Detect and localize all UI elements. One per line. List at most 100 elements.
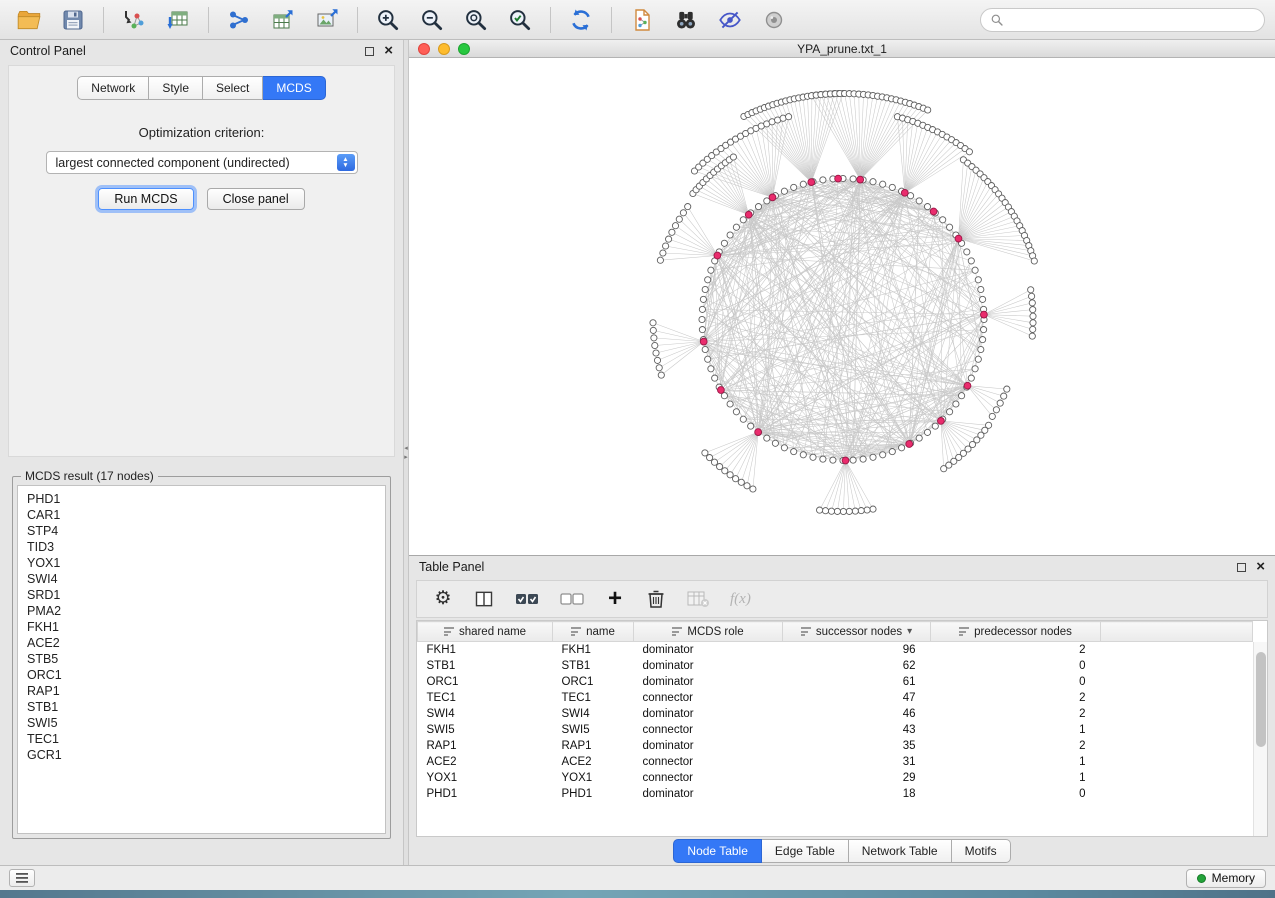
table-cell[interactable]: 1: [931, 754, 1101, 770]
mcds-node-item[interactable]: GCR1: [27, 747, 376, 763]
table-cell[interactable]: 2: [931, 738, 1101, 754]
table-cell[interactable]: 1: [931, 770, 1101, 786]
column-options-icon[interactable]: [444, 627, 454, 636]
panel-menu-button[interactable]: [9, 869, 35, 887]
memory-button[interactable]: Memory: [1186, 869, 1266, 888]
column-options-icon[interactable]: [959, 627, 969, 636]
deselect-all-rows-button[interactable]: [560, 589, 584, 609]
column-options-icon[interactable]: [801, 627, 811, 636]
table-cell[interactable]: 2: [931, 642, 1101, 658]
table-cell[interactable]: 2: [931, 690, 1101, 706]
column-options-icon[interactable]: [571, 627, 581, 636]
column-header-predecessor-nodes[interactable]: predecessor nodes: [931, 622, 1101, 642]
collapse-right-icon[interactable]: ▸: [404, 454, 408, 461]
zoom-out-button[interactable]: [413, 5, 451, 35]
table-tab-network-table[interactable]: Network Table: [849, 839, 952, 863]
column-header-MCDS-role[interactable]: MCDS role: [634, 622, 783, 642]
import-network-button[interactable]: [115, 5, 153, 35]
table-cell[interactable]: dominator: [634, 738, 783, 754]
table-cell[interactable]: YOX1: [553, 770, 634, 786]
export-network-button[interactable]: [220, 5, 258, 35]
table-cell[interactable]: 46: [783, 706, 931, 722]
delete-rows-button[interactable]: [646, 589, 666, 609]
network-window-titlebar[interactable]: YPA_prune.txt_1: [409, 40, 1275, 58]
column-header-name[interactable]: name: [553, 622, 634, 642]
table-cell[interactable]: 31: [783, 754, 931, 770]
mcds-node-item[interactable]: SRD1: [27, 587, 376, 603]
table-row[interactable]: FKH1FKH1dominator962: [418, 642, 1253, 658]
mcds-node-item[interactable]: PMA2: [27, 603, 376, 619]
table-cell[interactable]: ACE2: [418, 754, 553, 770]
settings-gear-button[interactable]: ⚙: [433, 589, 453, 609]
table-cell[interactable]: 2: [931, 706, 1101, 722]
table-cell[interactable]: RAP1: [553, 738, 634, 754]
zoom-selected-button[interactable]: [501, 5, 539, 35]
table-tab-node-table[interactable]: Node Table: [673, 839, 762, 863]
table-cell[interactable]: dominator: [634, 706, 783, 722]
add-row-button[interactable]: +: [605, 589, 625, 609]
open-folder-button[interactable]: [10, 5, 48, 35]
table-cell[interactable]: ACE2: [553, 754, 634, 770]
search-binoculars-button[interactable]: [667, 5, 705, 35]
mcds-node-item[interactable]: TID3: [27, 539, 376, 555]
table-cell[interactable]: 1: [931, 722, 1101, 738]
table-cell[interactable]: SWI4: [418, 706, 553, 722]
table-cell[interactable]: STB1: [418, 658, 553, 674]
table-cell[interactable]: SWI5: [553, 722, 634, 738]
import-table-button[interactable]: [159, 5, 197, 35]
close-window-icon[interactable]: [418, 43, 430, 55]
table-cell[interactable]: SWI4: [553, 706, 634, 722]
select-all-rows-button[interactable]: [515, 589, 539, 609]
table-row[interactable]: SWI4SWI4dominator462: [418, 706, 1253, 722]
table-tab-motifs[interactable]: Motifs: [952, 839, 1011, 863]
table-cell[interactable]: 29: [783, 770, 931, 786]
table-cell[interactable]: FKH1: [418, 642, 553, 658]
close-panel-icon[interactable]: ×: [384, 46, 393, 56]
mcds-node-item[interactable]: FKH1: [27, 619, 376, 635]
close-panel-button[interactable]: Close panel: [207, 188, 305, 210]
network-canvas[interactable]: [409, 58, 1275, 555]
table-cell[interactable]: ORC1: [553, 674, 634, 690]
table-cell[interactable]: 0: [931, 674, 1101, 690]
table-cell[interactable]: 47: [783, 690, 931, 706]
table-cell[interactable]: 18: [783, 786, 931, 802]
zoom-in-button[interactable]: [369, 5, 407, 35]
table-tab-edge-table[interactable]: Edge Table: [762, 839, 849, 863]
tab-network[interactable]: Network: [77, 76, 149, 100]
tab-style[interactable]: Style: [149, 76, 203, 100]
table-cell[interactable]: 96: [783, 642, 931, 658]
table-cell[interactable]: STB1: [553, 658, 634, 674]
export-table-button[interactable]: [264, 5, 302, 35]
table-cell[interactable]: FKH1: [553, 642, 634, 658]
mcds-node-item[interactable]: TEC1: [27, 731, 376, 747]
table-cell[interactable]: dominator: [634, 642, 783, 658]
mcds-node-item[interactable]: CAR1: [27, 507, 376, 523]
mcds-node-item[interactable]: STP4: [27, 523, 376, 539]
float-panel-icon[interactable]: [365, 47, 374, 56]
table-cell[interactable]: 43: [783, 722, 931, 738]
tab-select[interactable]: Select: [203, 76, 263, 100]
table-row[interactable]: ORC1ORC1dominator610: [418, 674, 1253, 690]
table-cell[interactable]: PHD1: [418, 786, 553, 802]
zoom-fit-button[interactable]: [457, 5, 495, 35]
table-cell[interactable]: connector: [634, 690, 783, 706]
toggle-column-button[interactable]: [474, 589, 494, 609]
table-scrollbar-thumb[interactable]: [1256, 652, 1266, 747]
table-cell[interactable]: 35: [783, 738, 931, 754]
table-cell[interactable]: dominator: [634, 658, 783, 674]
column-header-shared-name[interactable]: shared name: [418, 622, 553, 642]
tab-mcds[interactable]: MCDS: [263, 76, 325, 100]
mcds-node-item[interactable]: STB5: [27, 651, 376, 667]
sort-caret-icon[interactable]: ▾: [907, 626, 912, 637]
table-cell[interactable]: TEC1: [418, 690, 553, 706]
mcds-result-list[interactable]: PHD1CAR1STP4TID3YOX1SWI4SRD1PMA2FKH1ACE2…: [17, 485, 386, 834]
table-cell[interactable]: RAP1: [418, 738, 553, 754]
optimization-criterion-select[interactable]: largest connected component (undirected)…: [46, 151, 358, 174]
column-options-icon[interactable]: [672, 627, 682, 636]
table-row[interactable]: ACE2ACE2connector311: [418, 754, 1253, 770]
table-cell[interactable]: connector: [634, 722, 783, 738]
mcds-node-item[interactable]: RAP1: [27, 683, 376, 699]
collapse-left-icon[interactable]: ◂: [404, 445, 408, 452]
close-panel-icon[interactable]: ×: [1256, 562, 1265, 572]
table-cell[interactable]: TEC1: [553, 690, 634, 706]
